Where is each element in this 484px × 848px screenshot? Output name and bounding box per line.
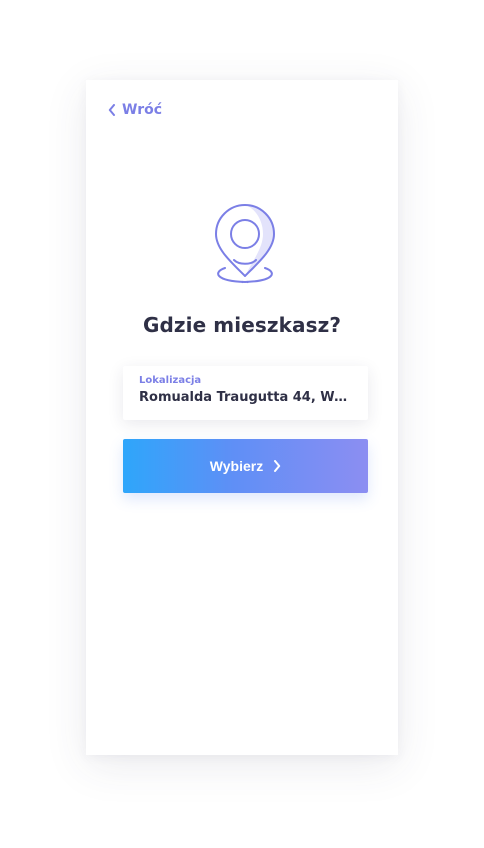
page-title: Gdzie mieszkasz? [142,313,342,337]
location-pin-icon [215,204,275,284]
back-label: Wróć [122,102,163,118]
location-field[interactable]: Lokalizacja Romualda Traugutta 44, Warsz… [123,366,368,420]
back-button[interactable]: Wróć [108,102,162,118]
location-field-value[interactable]: Romualda Traugutta 44, Warsz... [139,390,352,405]
submit-button-label: Wybierz [209,458,264,474]
page-background: Wróć Gdzie mieszkasz? Lokalizacja Romual… [0,0,484,848]
location-field-label: Lokalizacja [139,375,202,386]
app-screen: Wróć Gdzie mieszkasz? Lokalizacja Romual… [86,80,398,755]
submit-button[interactable]: Wybierz [123,439,368,493]
chevron-right-icon [274,460,281,472]
chevron-left-icon [108,104,115,116]
